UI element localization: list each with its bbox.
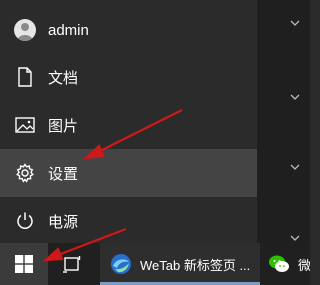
user-avatar-icon xyxy=(14,19,36,41)
user-account-item[interactable]: admin xyxy=(0,6,257,54)
chevron-down-icon[interactable] xyxy=(290,18,300,28)
menu-item-label: 设置 xyxy=(48,165,79,183)
chevron-down-icon[interactable] xyxy=(290,233,300,243)
taskbar-app-label: WeTab 新标签页 ... xyxy=(140,258,251,273)
start-menu: admin 文档 图片 设置 电源 xyxy=(0,0,257,243)
document-icon xyxy=(14,66,36,88)
chevron-down-icon[interactable] xyxy=(290,162,300,172)
menu-item-power[interactable]: 电源 xyxy=(0,197,257,245)
task-view-icon xyxy=(63,256,81,273)
picture-icon xyxy=(14,114,36,136)
taskbar-app-label: 微 xyxy=(298,258,310,273)
windows-logo-icon xyxy=(15,255,33,273)
menu-item-pictures[interactable]: 图片 xyxy=(0,101,257,149)
power-icon xyxy=(14,210,36,232)
wechat-icon xyxy=(269,255,289,272)
chevron-down-icon[interactable] xyxy=(290,92,300,102)
start-button[interactable] xyxy=(0,243,48,285)
taskbar-app-wechat[interactable]: 微 xyxy=(262,243,310,285)
user-name: admin xyxy=(48,21,89,39)
wetab-browser-icon xyxy=(111,254,131,274)
menu-item-label: 图片 xyxy=(48,117,79,135)
menu-item-label: 电源 xyxy=(48,213,79,231)
menu-item-label: 文档 xyxy=(48,69,79,87)
gear-icon xyxy=(14,162,36,184)
menu-item-settings[interactable]: 设置 xyxy=(0,149,257,197)
taskbar: WeTab 新标签页 ... 微 xyxy=(0,243,310,285)
taskbar-app-wetab[interactable]: WeTab 新标签页 ... xyxy=(100,243,260,285)
menu-item-documents[interactable]: 文档 xyxy=(0,53,257,101)
task-view-button[interactable] xyxy=(48,243,96,285)
tile-area xyxy=(257,0,310,243)
